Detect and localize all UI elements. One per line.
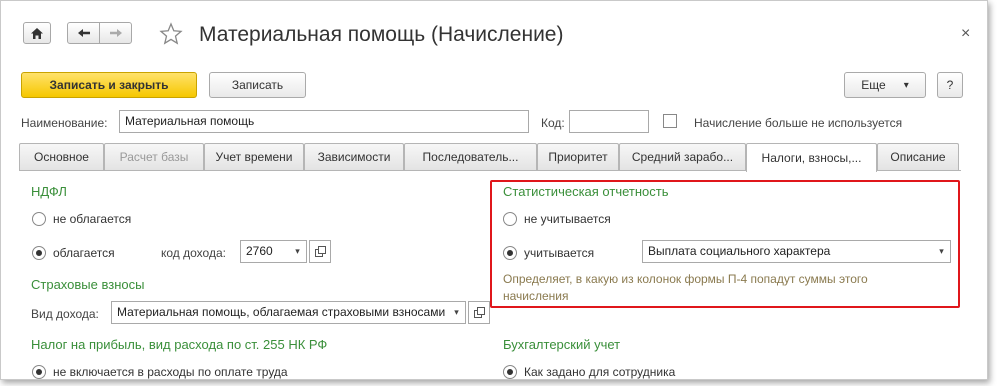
open-icon: [473, 307, 485, 318]
tab-taxes[interactable]: Налоги, взносы,...: [746, 143, 877, 172]
ndfl-not-taxed-radio[interactable]: [32, 212, 46, 226]
income-type-open-button[interactable]: [468, 301, 490, 324]
tab-sequence[interactable]: Последователь...: [404, 143, 537, 170]
more-label: Еще: [861, 78, 886, 92]
ndfl-taxed-label: облагается: [53, 246, 115, 260]
profit-tax-not-included-label: не включается в расходы по оплате труда: [53, 365, 288, 379]
home-icon: [31, 27, 43, 39]
favorite-button[interactable]: [159, 22, 183, 46]
income-code-open-button[interactable]: [309, 240, 331, 263]
code-label: Код:: [541, 116, 565, 130]
profit-tax-section-title: Налог на прибыль, вид расхода по ст. 255…: [31, 337, 328, 352]
name-label: Наименование:: [21, 116, 108, 130]
page-title: Материальная помощь (Начисление): [199, 23, 564, 46]
income-code-input[interactable]: 2760: [240, 240, 290, 263]
back-arrow-icon: [77, 29, 90, 37]
save-and-close-button[interactable]: Записать и закрыть: [21, 72, 197, 98]
highlight-frame: [490, 180, 960, 308]
tab-main[interactable]: Основное: [19, 143, 104, 170]
more-button[interactable]: Еще ▾: [844, 72, 926, 98]
close-icon[interactable]: ×: [961, 25, 970, 43]
chevron-down-icon: ▾: [903, 79, 909, 91]
code-input[interactable]: [569, 110, 649, 133]
tab-priority[interactable]: Приоритет: [537, 143, 619, 170]
back-button[interactable]: [67, 22, 100, 44]
income-type-label: Вид дохода:: [31, 307, 99, 321]
star-icon: [159, 22, 183, 45]
income-code-dropdown[interactable]: ▾: [289, 240, 307, 263]
accounting-as-employee-label: Как задано для сотрудника: [524, 365, 676, 379]
income-type-input[interactable]: Материальная помощь, облагаемая страховы…: [111, 301, 449, 324]
open-icon: [314, 246, 326, 257]
accounting-as-employee-radio[interactable]: [503, 365, 517, 379]
accounting-section-title: Бухгалтерский учет: [503, 337, 621, 352]
not-used-checkbox[interactable]: [663, 114, 677, 128]
not-used-label: Начисление больше не используется: [694, 116, 903, 130]
ndfl-not-taxed-label: не облагается: [53, 212, 132, 226]
profit-tax-not-included-radio[interactable]: [32, 365, 46, 379]
income-code-label: код дохода:: [161, 246, 226, 260]
ndfl-taxed-radio[interactable]: [32, 246, 46, 260]
tab-base-calculation[interactable]: Расчет базы: [104, 143, 204, 170]
form-window: Материальная помощь (Начисление) × Запис…: [0, 0, 988, 380]
tab-description[interactable]: Описание: [877, 143, 959, 170]
forward-button[interactable]: [99, 22, 132, 44]
tab-time-tracking[interactable]: Учет времени: [204, 143, 304, 170]
save-button[interactable]: Записать: [209, 72, 306, 98]
name-input[interactable]: Материальная помощь: [119, 110, 529, 133]
home-button[interactable]: [23, 22, 51, 44]
ndfl-section-title: НДФЛ: [31, 184, 67, 199]
tab-average-earnings[interactable]: Средний зарабо...: [619, 143, 746, 170]
chevron-down-icon: ▾: [295, 246, 300, 256]
income-type-dropdown[interactable]: ▾: [448, 301, 466, 324]
help-button[interactable]: ?: [937, 72, 963, 98]
tab-dependencies[interactable]: Зависимости: [304, 143, 404, 170]
forward-arrow-icon: [109, 29, 122, 37]
chevron-down-icon: ▾: [454, 307, 459, 317]
insurance-section-title: Страховые взносы: [31, 277, 145, 292]
